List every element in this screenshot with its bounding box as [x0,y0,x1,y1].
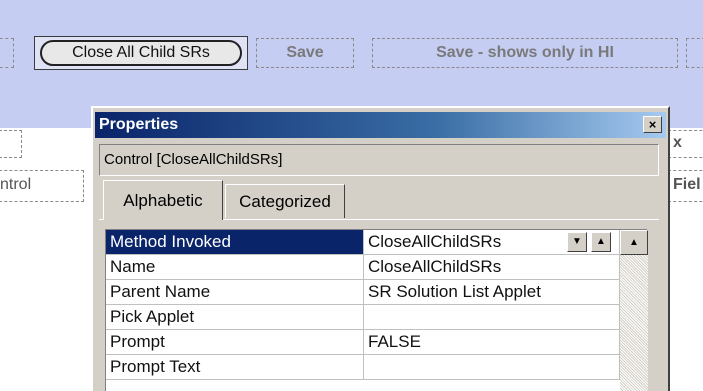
property-row[interactable]: Prompt FALSE [106,330,620,355]
properties-title-bar[interactable]: Properties × [95,112,666,138]
property-grid: Method Invoked CloseAllChildSRs ▼ ▲ Name… [105,229,648,391]
property-value[interactable] [364,355,620,380]
control-label: ntrol [0,176,32,193]
vertical-scrollbar[interactable]: ▲ [620,230,648,391]
tab-categorized[interactable]: Categorized [225,184,345,218]
property-value[interactable]: SR Solution List Applet [364,280,620,305]
tab-alphabetic[interactable]: Alphabetic [103,180,223,220]
property-value-text: CloseAllChildSRs [368,232,502,251]
close-all-child-srs-control[interactable]: Close All Child SRs [34,36,248,70]
property-value[interactable]: CloseAllChildSRs [364,255,620,280]
control-placeholder[interactable] [686,38,703,68]
control-label: x [673,134,682,151]
scroll-up-icon[interactable]: ▲ [620,230,648,255]
property-value[interactable]: CloseAllChildSRs ▼ ▲ [364,230,620,255]
save-shows-only-in-hi-button[interactable]: Save - shows only in HI [372,38,678,68]
property-name[interactable]: Pick Applet [106,305,364,330]
property-name[interactable]: Method Invoked [106,230,364,255]
property-name[interactable]: Parent Name [106,280,364,305]
property-name[interactable]: Name [106,255,364,280]
close-all-child-srs-button[interactable]: Close All Child SRs [40,40,242,66]
control-label: Fiel [673,176,701,193]
object-selector[interactable]: Control [CloseAllChildSRs] [99,144,659,176]
window-title: Properties [99,116,179,133]
close-icon[interactable]: × [643,116,662,133]
property-row[interactable]: Name CloseAllChildSRs [106,255,620,280]
property-value[interactable]: FALSE [364,330,620,355]
dropdown-arrow-icon[interactable]: ▼ [567,232,587,252]
property-row[interactable]: Method Invoked CloseAllChildSRs ▼ ▲ [106,230,620,255]
scroll-up-icon[interactable]: ▲ [591,232,611,252]
property-name[interactable]: Prompt Text [106,355,364,380]
property-row[interactable]: Pick Applet [106,305,620,330]
control-placeholder[interactable] [0,130,22,158]
properties-window: Properties × Control [CloseAllChildSRs] … [91,106,670,391]
property-row[interactable]: Parent Name SR Solution List Applet [106,280,620,305]
property-name[interactable]: Prompt [106,330,364,355]
control-placeholder[interactable] [0,38,14,68]
property-value[interactable] [364,305,620,330]
save-button[interactable]: Save [256,38,354,68]
property-row[interactable]: Prompt Text [106,355,620,380]
